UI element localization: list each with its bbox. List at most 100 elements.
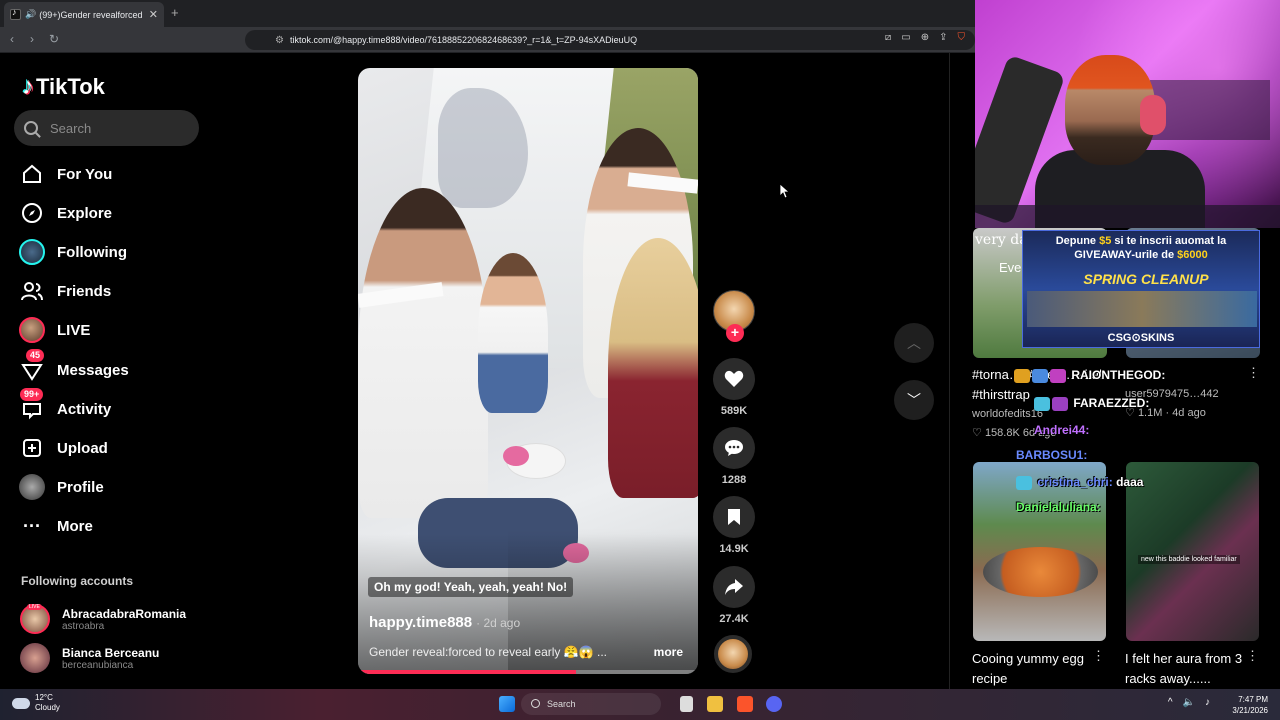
tab-close-icon[interactable]: ✕ — [149, 8, 158, 21]
clock-time: 7:47 PM — [1238, 695, 1268, 704]
account-handle: berceanubianca — [62, 659, 134, 671]
video-title[interactable]: Cooing yummy egg recipe — [972, 649, 1102, 689]
task-view-icon[interactable] — [680, 696, 693, 712]
video-progress-bar[interactable] — [358, 670, 698, 674]
share-arrow-icon — [713, 566, 755, 608]
chevron-up-icon[interactable]: ^ — [1168, 697, 1173, 708]
video-author[interactable]: worldofedits16 — [972, 408, 1043, 420]
video-player[interactable]: Oh my god! Yeah, yeah, yeah! No! happy.t… — [358, 68, 698, 674]
zoom-icon[interactable]: ⊕ — [921, 32, 929, 43]
audio-playing-icon[interactable]: 🔊 — [25, 9, 36, 20]
following-account-item[interactable]: LIVE AbracadabraRomania astroabra — [20, 604, 186, 634]
video-description: Gender reveal:forced to reveal early 😤😱 … — [369, 645, 607, 659]
sidebar-item-profile[interactable]: Profile — [18, 472, 104, 502]
chat-message: BARBOSU1: — [1016, 448, 1087, 462]
forward-icon[interactable]: › — [30, 32, 34, 46]
video-title[interactable]: I felt her aura from 3 racks away...... — [1125, 649, 1255, 689]
sidebar-item-label: Upload — [57, 439, 108, 457]
address-bar[interactable]: ⚙ tiktok.com/@happy.time888/video/761888… — [245, 30, 975, 50]
video-scene-child — [478, 253, 548, 413]
post-age: 4d ago — [1172, 407, 1206, 419]
webcam-shelf — [1150, 80, 1270, 140]
avatar: LIVE — [20, 604, 50, 634]
following-avatar-icon — [18, 238, 46, 266]
video-thumbnail[interactable]: new this baddie looked familiar — [1126, 462, 1259, 641]
windows-start-icon[interactable] — [499, 696, 515, 712]
sponsor-banner: Depune $5 si te inscrii auomat la GIVEAW… — [1022, 230, 1260, 348]
url-text: tiktok.com/@happy.time888/video/76188852… — [289, 35, 638, 45]
activity-icon: 99+ — [18, 388, 46, 423]
brave-shield-icon[interactable]: ⛉ — [958, 32, 966, 43]
sidebar-item-label: More — [57, 517, 93, 535]
sidebar-item-activity[interactable]: 99+ Activity — [18, 388, 111, 424]
discord-icon[interactable] — [766, 696, 782, 712]
like-count: 158.8K — [984, 427, 1020, 439]
chat-emote-icon — [1034, 396, 1050, 411]
tiktok-sidebar: ♪ TikTok Search For You Explore Followin… — [0, 53, 220, 689]
account-handle: astroabra — [62, 620, 105, 632]
speaker-icon[interactable]: ♪ — [1205, 697, 1210, 708]
sidebar-item-explore[interactable]: Explore — [18, 198, 112, 228]
bookmark-icon — [713, 496, 755, 538]
avatar — [20, 643, 50, 673]
brave-browser-icon[interactable] — [737, 696, 753, 712]
music-disc-avatar[interactable] — [714, 635, 752, 673]
browser-nav-bar: ‹ › ↻ ⚐ ⚙ tiktok.com/@happy.time888/vide… — [0, 27, 975, 53]
taskbar-search[interactable]: Search — [521, 693, 661, 715]
thumbnail-text: new this baddie looked familiar — [1138, 555, 1240, 564]
taskbar-clock[interactable]: 7:47 PM 3/21/2026 — [1232, 694, 1268, 716]
ad-scene — [1027, 291, 1257, 327]
share-icon[interactable]: ⇪ — [939, 32, 947, 43]
ad-title: SPRING CLEANUP — [1083, 271, 1209, 287]
translate-icon[interactable]: ⧄ — [885, 32, 891, 43]
follow-plus-icon[interactable]: + — [726, 324, 744, 342]
author-name[interactable]: happy.time888 — [369, 614, 472, 631]
chat-message: RAIONTHEGOD: — [1014, 368, 1165, 383]
weather-temp: 12°C — [35, 693, 53, 702]
chat-emote-icon — [1014, 368, 1030, 383]
sidebar-item-more[interactable]: ··· More — [18, 511, 93, 541]
search-input[interactable]: Search — [14, 110, 199, 146]
more-options-icon[interactable]: ⋮ — [1247, 365, 1260, 381]
creator-avatar[interactable]: + — [713, 290, 755, 342]
back-icon[interactable]: ‹ — [10, 32, 14, 46]
volume-icon[interactable]: 🔈 — [1183, 697, 1195, 708]
more-button[interactable]: more — [654, 645, 683, 659]
sidebar-item-label: For You — [57, 165, 113, 183]
new-tab-button[interactable]: + — [171, 5, 179, 20]
sidebar-item-messages[interactable]: 45 Messages — [18, 349, 129, 385]
live-avatar-icon — [18, 316, 46, 344]
sidebar-item-following[interactable]: Following — [18, 237, 127, 267]
chat-message: FARAEZZED: — [1034, 396, 1149, 411]
profile-avatar-icon — [18, 473, 46, 501]
tiktok-logo[interactable]: ♪ TikTok — [22, 73, 105, 101]
ad-line-1: Depune $5 si te inscrii auomat la — [1055, 235, 1227, 247]
system-tray: ^ 🔈 ♪ — [1168, 697, 1210, 708]
more-options-icon[interactable]: ⋮ — [1246, 648, 1259, 664]
sidebar-item-live[interactable]: LIVE — [18, 315, 90, 345]
like-button[interactable]: 589K — [712, 358, 756, 417]
sidebar-item-label: Following — [57, 243, 127, 261]
browser-tab[interactable]: 🔊 (99+)Gender revealforced to ✕ — [4, 2, 164, 27]
comment-button[interactable]: 1288 — [712, 427, 756, 486]
tab-title: (99+)Gender revealforced to — [39, 9, 145, 20]
reload-icon[interactable]: ↻ — [49, 32, 59, 46]
share-button[interactable]: 27.4K — [712, 566, 756, 625]
site-info-icon[interactable]: ⚙ — [275, 35, 284, 46]
next-video-button[interactable]: ﹀ — [894, 380, 934, 420]
cast-icon[interactable]: ▭ — [901, 32, 910, 43]
previous-video-button[interactable]: ︿ — [894, 323, 934, 363]
sidebar-item-friends[interactable]: Friends — [18, 276, 111, 306]
sidebar-item-upload[interactable]: Upload — [18, 433, 108, 463]
weather-widget[interactable]: 12°C Cloudy — [12, 693, 60, 713]
video-progress-fill — [358, 670, 576, 674]
heart-outline-icon: ♡ — [972, 427, 982, 439]
save-button[interactable]: 14.9K — [712, 496, 756, 555]
chat-user: RAIONTHEGOD: — [1071, 368, 1166, 382]
search-icon — [24, 121, 38, 135]
following-account-item[interactable]: Bianca Berceanu berceanubianca — [20, 643, 159, 673]
sidebar-item-for-you[interactable]: For You — [18, 159, 112, 189]
video-author[interactable]: happy.time888 · 2d ago — [369, 614, 520, 631]
file-explorer-icon[interactable] — [707, 696, 723, 712]
more-options-icon[interactable]: ⋮ — [1092, 648, 1105, 664]
